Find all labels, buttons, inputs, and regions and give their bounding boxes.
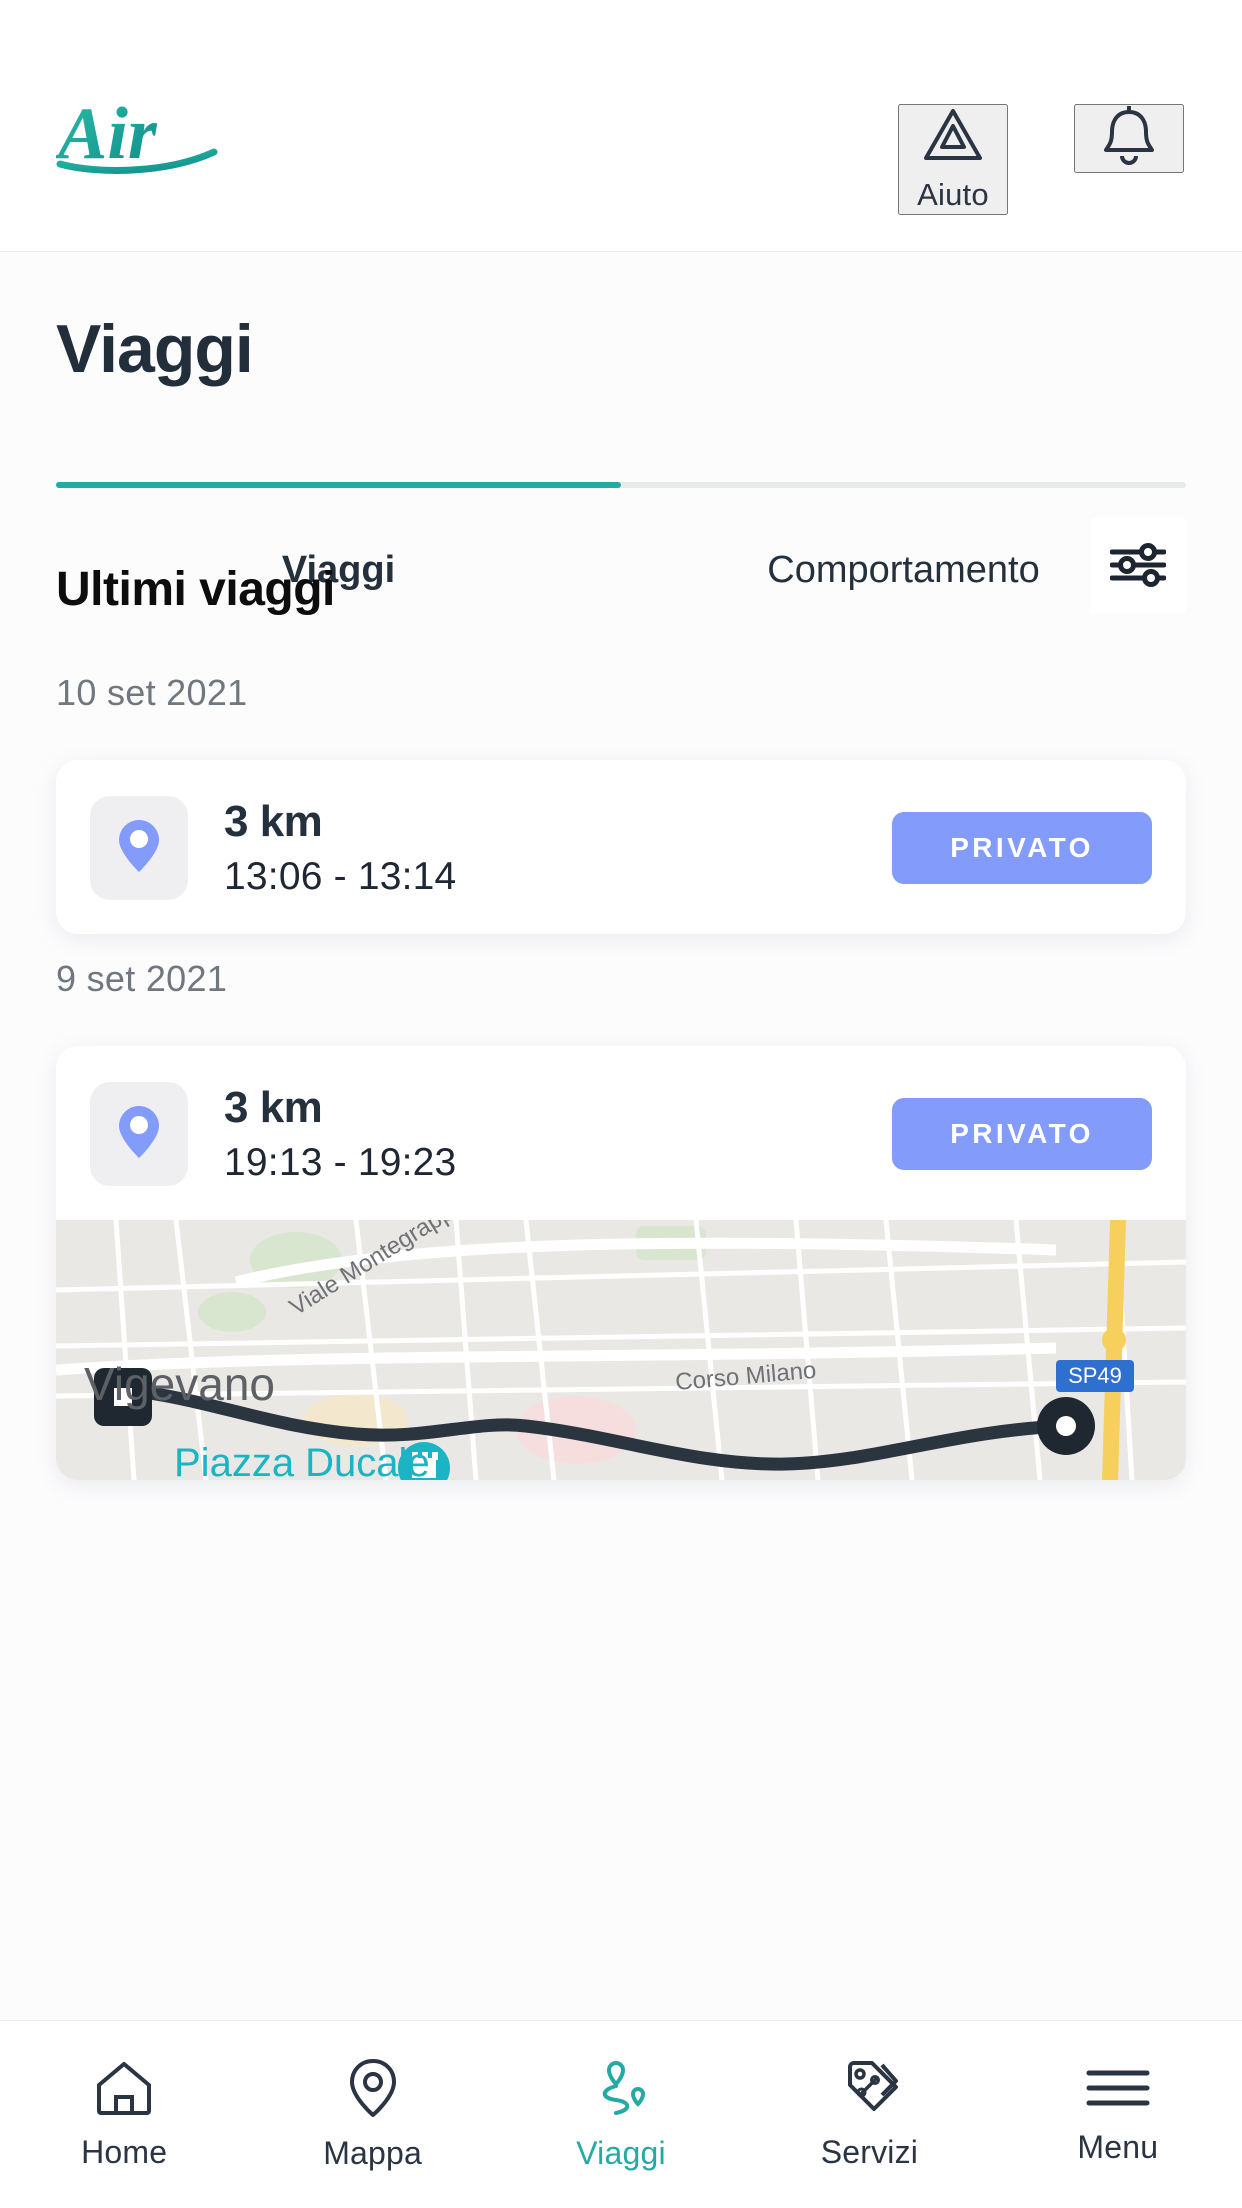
trip-pin-tile (90, 1082, 188, 1186)
warning-triangle-icon (922, 106, 984, 167)
trip-time-range: 13:06 - 13:14 (224, 855, 457, 898)
help-button[interactable]: Aiuto (898, 104, 1008, 215)
notifications-button[interactable] (1074, 104, 1184, 173)
nav-label-home: Home (81, 2133, 168, 2170)
map-city-label: Vigevano (84, 1358, 275, 1410)
trip-tag-label: PRIVATO (950, 832, 1094, 863)
app-bar-actions: Aiuto (898, 104, 1184, 215)
tags-icon (836, 2059, 902, 2120)
trip-card-row: 3 km 13:06 - 13:14 PRIVATO (56, 760, 1186, 934)
nav-item-home[interactable]: Home (0, 2059, 248, 2171)
help-label: Aiuto (917, 177, 989, 212)
nav-item-menu[interactable]: Menu (994, 2064, 1242, 2166)
trip-group: 9 set 2021 3 km 19:13 - 19:23 PRIVATO SP… (0, 958, 1242, 1480)
trip-tag-button[interactable]: PRIVATO (892, 1098, 1152, 1170)
filter-sliders-icon (1109, 542, 1167, 590)
nav-label-servizi: Servizi (820, 2133, 919, 2170)
brand-logo[interactable]: Air (54, 93, 226, 178)
trip-distance: 3 km (224, 1083, 323, 1132)
bell-icon (1100, 105, 1158, 171)
trip-tag-button[interactable]: PRIVATO (892, 812, 1152, 884)
trip-info: 3 km 19:13 - 19:23 (224, 1083, 892, 1185)
section-title: Ultimi viaggi (56, 563, 335, 616)
map-road-shield: SP49 (1068, 1363, 1122, 1388)
hamburger-icon (1085, 2064, 1151, 2115)
nav-item-viaggi[interactable]: Viaggi (497, 2058, 745, 2172)
trip-card-row: 3 km 19:13 - 19:23 PRIVATO (56, 1046, 1186, 1220)
section-header: Ultimi viaggi (56, 518, 1186, 654)
bottom-navigation: Home Mappa Viaggi Servizi Menu (0, 2020, 1242, 2208)
trip-route-map[interactable]: SP49 Viale Montegrappa Corso Milano Vige… (56, 1220, 1186, 1480)
nav-label-viaggi: Viaggi (576, 2134, 666, 2171)
page-title: Viaggi (56, 311, 254, 387)
filter-button[interactable] (1090, 518, 1186, 614)
map-pin-icon (117, 818, 161, 879)
trip-pin-tile (90, 796, 188, 900)
trip-info: 3 km 13:06 - 13:14 (224, 797, 892, 899)
tab-indicator-fill (56, 482, 621, 488)
map-pin-icon (117, 1104, 161, 1165)
nav-label-menu: Menu (1077, 2128, 1159, 2165)
nav-item-mappa[interactable]: Mappa (248, 2058, 496, 2172)
page-content: Viaggi Viaggi Comportamento Ultimi viagg… (0, 252, 1242, 2020)
nav-label-mappa: Mappa (323, 2134, 423, 2171)
trip-card[interactable]: 3 km 13:06 - 13:14 PRIVATO (56, 760, 1186, 934)
map-place-label: Piazza Ducale (174, 1441, 430, 1480)
tab-indicator-track (56, 482, 1186, 488)
home-icon (93, 2059, 155, 2120)
trip-group-date: 9 set 2021 (56, 958, 228, 999)
trip-card[interactable]: 3 km 19:13 - 19:23 PRIVATO SP49 Viale Mo… (56, 1046, 1186, 1480)
trip-group: 10 set 2021 3 km 13:06 - 13:14 PRIVATO (0, 672, 1242, 934)
trip-time-range: 19:13 - 19:23 (224, 1141, 457, 1184)
pin-icon (346, 2058, 400, 2121)
trip-tag-label: PRIVATO (950, 1118, 1094, 1149)
trip-group-date: 10 set 2021 (56, 672, 248, 713)
nav-item-servizi[interactable]: Servizi (745, 2059, 993, 2171)
route-icon (589, 2058, 653, 2121)
trip-distance: 3 km (224, 797, 323, 846)
app-bar: Air Aiuto (0, 0, 1242, 252)
